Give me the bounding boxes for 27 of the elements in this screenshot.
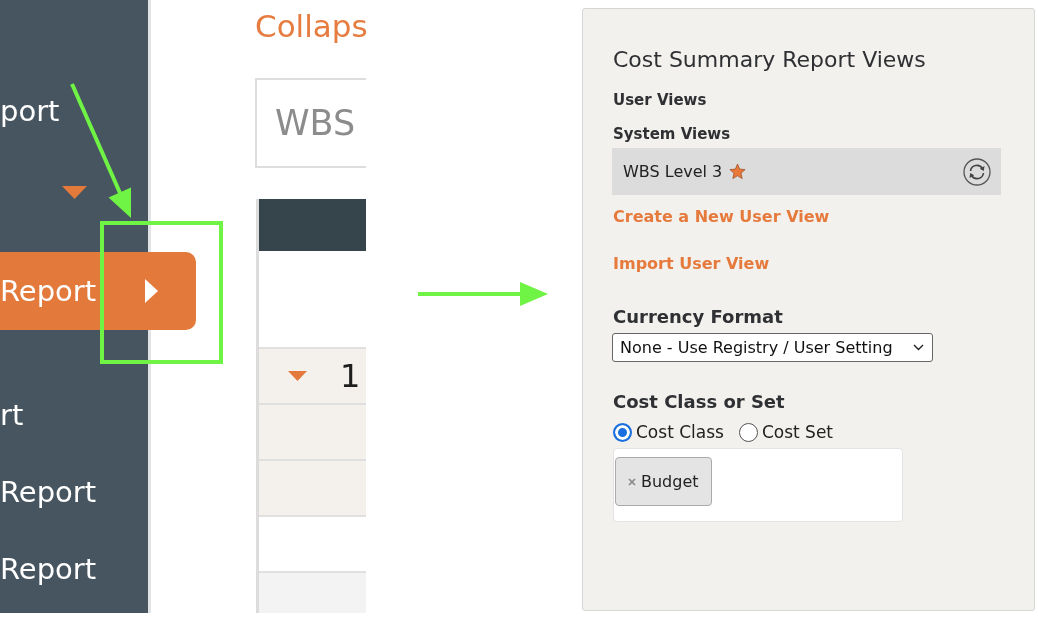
radio-label[interactable]: Cost Set — [761, 422, 834, 442]
filter-field[interactable]: WBS — [255, 78, 366, 168]
view-name: WBS Level 3 — [623, 162, 723, 181]
chevron-icon — [913, 344, 924, 351]
caret-icon[interactable] — [62, 186, 87, 199]
radio-button[interactable] — [613, 422, 632, 442]
page-title: Collaps — [255, 7, 366, 46]
caret-icon — [145, 279, 158, 303]
remove-icon[interactable] — [628, 477, 636, 486]
section-label: User Views — [613, 90, 707, 111]
caret-icon[interactable] — [288, 371, 307, 381]
refresh-icon[interactable] — [963, 157, 991, 186]
radio-button[interactable] — [738, 422, 758, 442]
section-label: System Views — [613, 124, 731, 145]
table-cell: 1 — [340, 357, 361, 395]
sidebar-item[interactable]: Report — [0, 453, 148, 530]
panel-title: Cost Summary Report Views — [613, 46, 926, 74]
field-label: Cost Class or Set — [613, 390, 785, 414]
radio-label[interactable]: Cost Class — [636, 422, 724, 442]
sidebar-item[interactable]: Report — [0, 530, 148, 607]
view-row[interactable]: WBS Level 3 — [612, 148, 1001, 195]
sidebar-item[interactable]: port — [0, 72, 148, 149]
sidebar-item[interactable]: rt — [0, 376, 148, 453]
currency-select[interactable]: None - Use Registry / User Setting — [612, 333, 933, 362]
tag-input-field[interactable]: Budget — [613, 448, 903, 522]
field-label: Currency Format — [613, 305, 783, 329]
selected-tag: Budget — [615, 457, 712, 506]
